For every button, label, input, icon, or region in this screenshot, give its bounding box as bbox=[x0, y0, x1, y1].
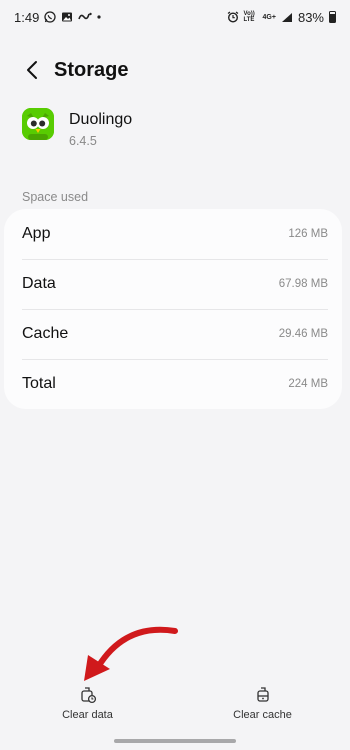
clear-cache-button[interactable]: Clear cache bbox=[175, 680, 350, 730]
page-title: Storage bbox=[54, 58, 129, 81]
section-label: Space used bbox=[22, 190, 89, 204]
back-arrow-icon bbox=[27, 61, 37, 79]
storage-row-data: Data 67.98 MB bbox=[4, 259, 342, 309]
clear-data-label: Clear data bbox=[62, 709, 113, 721]
row-label: App bbox=[22, 225, 51, 242]
app-text: Duolingo 6.4.5 bbox=[69, 111, 132, 148]
battery-icon bbox=[329, 11, 336, 23]
storage-row-cache: Cache 29.46 MB bbox=[4, 309, 342, 359]
back-button[interactable] bbox=[12, 50, 52, 90]
app-name: Duolingo bbox=[69, 111, 133, 128]
network-type-icon: 4G+ bbox=[262, 13, 276, 21]
duolingo-app-icon bbox=[22, 108, 54, 140]
clear-cache-icon bbox=[256, 687, 269, 702]
annotation-arrow-icon bbox=[84, 626, 178, 681]
storage-card: App 126 MB Data 67.98 MB Cache 29.46 MB … bbox=[4, 209, 342, 409]
status-right: Vo)) LTE 4G+ 83% bbox=[227, 10, 336, 25]
alarm-icon bbox=[227, 11, 239, 23]
clear-cache-label: Clear cache bbox=[233, 709, 292, 721]
home-indicator[interactable] bbox=[114, 739, 236, 743]
bottom-action-bar: Clear data Clear cache bbox=[0, 680, 350, 730]
clear-data-button[interactable]: Clear data bbox=[0, 680, 175, 730]
row-value: 29.46 MB bbox=[278, 328, 328, 340]
storage-row-total: Total 224 MB bbox=[4, 359, 342, 409]
storage-row-app: App 126 MB bbox=[4, 209, 342, 259]
row-value: 126 MB bbox=[288, 228, 328, 240]
row-label: Cache bbox=[22, 325, 69, 342]
volte-icon: Vo)) LTE bbox=[243, 11, 255, 23]
notification-icon bbox=[78, 12, 93, 22]
row-value: 67.98 MB bbox=[278, 278, 328, 290]
app-version: 6.4.5 bbox=[69, 134, 97, 148]
row-label: Total bbox=[22, 375, 56, 392]
status-left: 1:49 bbox=[14, 10, 101, 25]
status-bar: 1:49 Vo)) LTE 4G+ 83% bbox=[0, 0, 350, 34]
gallery-icon bbox=[61, 11, 73, 23]
signal-icon bbox=[281, 12, 293, 23]
row-value: 224 MB bbox=[288, 378, 328, 390]
row-label: Data bbox=[22, 275, 56, 292]
dot-icon bbox=[97, 15, 101, 19]
header: Storage bbox=[0, 50, 350, 90]
battery-percent: 83% bbox=[297, 9, 324, 25]
whatsapp-icon bbox=[44, 11, 56, 23]
status-time: 1:49 bbox=[14, 9, 40, 25]
clear-data-icon bbox=[80, 687, 96, 704]
app-info: Duolingo 6.4.5 bbox=[22, 108, 132, 148]
